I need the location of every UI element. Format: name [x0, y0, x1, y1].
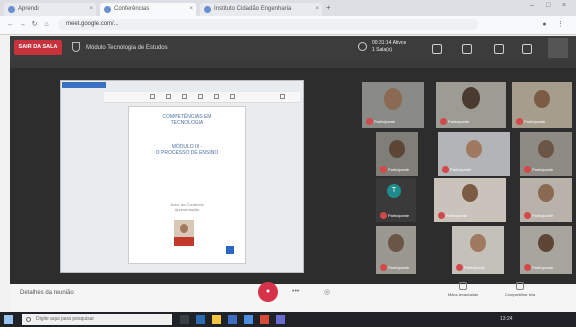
participants-icon[interactable]	[494, 44, 504, 54]
browser-menu-icon[interactable]: ⋮	[556, 20, 565, 29]
viewer-tool-icon	[230, 94, 235, 99]
chrome-icon[interactable]	[260, 315, 269, 324]
participant-tile[interactable]: Participante	[376, 226, 416, 274]
more-options-icon[interactable]: •••	[292, 288, 299, 295]
doc-caption: Autor do Conteúdo Apresentação	[170, 202, 204, 212]
participant-tile[interactable]: T Participante	[376, 178, 416, 222]
reload-icon[interactable]: ↻	[30, 20, 39, 29]
file-explorer-icon[interactable]	[212, 315, 221, 324]
doc-presenter-photo	[174, 220, 194, 246]
store-icon[interactable]	[228, 315, 237, 324]
shared-window-titlebar	[62, 82, 106, 88]
close-window-icon[interactable]: ×	[562, 2, 566, 9]
meeting-title: Módulo Tecnologia de Estudos	[86, 45, 168, 51]
mic-muted-icon	[442, 166, 449, 173]
participant-tile[interactable]: Participante	[436, 82, 506, 128]
close-tab-icon[interactable]: ×	[89, 3, 93, 16]
meeting-details-link[interactable]: Detalhes da reunião	[20, 290, 74, 296]
close-tab-icon[interactable]: ×	[189, 3, 193, 16]
minimize-window-icon[interactable]: –	[530, 2, 534, 9]
url-input[interactable]: meet.google.com/...	[58, 19, 478, 30]
captions-icon[interactable]: ◎	[324, 288, 330, 296]
clock-icon	[358, 42, 367, 51]
tab-favicon-icon	[104, 6, 111, 13]
participant-tile[interactable]: Participante	[520, 178, 572, 222]
mic-muted-icon	[380, 264, 387, 271]
browser-tab[interactable]: Aprendi ×	[4, 3, 96, 16]
mic-muted-icon	[380, 212, 387, 219]
mic-muted-icon	[440, 118, 447, 125]
participant-tile[interactable]: Participante	[438, 132, 510, 176]
profile-icon[interactable]: ●	[540, 20, 549, 29]
taskbar-search-input[interactable]: Digite aqui para pesquisar	[22, 314, 172, 325]
viewer-tool-icon	[198, 94, 203, 99]
leave-meeting-button[interactable]: SAIR DA SALA	[14, 40, 62, 55]
mic-muted-icon	[516, 118, 523, 125]
layout-icon[interactable]	[432, 44, 442, 54]
end-call-button[interactable]: ●	[258, 282, 278, 302]
viewer-tool-icon	[214, 94, 219, 99]
viewer-tool-icon	[280, 94, 285, 99]
mic-muted-icon	[524, 212, 531, 219]
task-view-icon[interactable]	[180, 315, 189, 324]
stage-top-strip	[10, 60, 576, 68]
participant-tile[interactable]: Participante	[520, 226, 572, 274]
home-icon[interactable]: ⌂	[42, 20, 51, 29]
mic-muted-icon	[366, 118, 373, 125]
browser-tab-active[interactable]: Conferências ×	[100, 3, 196, 16]
close-tab-icon[interactable]: ×	[315, 3, 319, 16]
settings-icon[interactable]	[522, 44, 532, 54]
mail-icon[interactable]	[244, 315, 253, 324]
back-icon[interactable]: ←	[6, 20, 15, 29]
search-icon	[26, 317, 31, 322]
doc-subtitle: MÓDULO III -O PROCESSO DE ENSINO	[155, 144, 219, 156]
windows-start-icon[interactable]	[4, 315, 13, 324]
mic-muted-icon	[438, 212, 445, 219]
participant-tile[interactable]: Participante	[520, 132, 572, 176]
participant-tile[interactable]: Participante	[376, 132, 418, 176]
forward-icon[interactable]: →	[18, 20, 27, 29]
chat-icon[interactable]	[462, 44, 472, 54]
tab-favicon-icon	[204, 6, 211, 13]
participant-tile[interactable]: Participante	[512, 82, 572, 128]
new-tab-icon[interactable]: +	[326, 3, 331, 12]
mic-muted-icon	[524, 166, 531, 173]
teams-icon[interactable]	[276, 315, 285, 324]
system-tray-clock[interactable]: 13:24	[500, 316, 513, 322]
shield-icon	[72, 42, 80, 52]
mic-muted-icon	[456, 264, 463, 271]
maximize-window-icon[interactable]: □	[546, 2, 550, 9]
participant-tile[interactable]: Participante	[362, 82, 424, 128]
viewer-tool-icon	[166, 94, 171, 99]
mic-muted-icon	[380, 166, 387, 173]
meeting-timer: 00:31:14 Ativos 1 Sala(s)	[372, 40, 407, 53]
share-screen-icon	[516, 282, 524, 290]
mic-muted-icon	[524, 264, 531, 271]
raise-hand-button[interactable]: Mãos levantadas	[446, 282, 480, 297]
share-screen-button[interactable]: Compartilhar tela	[500, 282, 540, 297]
doc-title: COMPETÊNCIAS EM TECNOLOGIA	[162, 114, 212, 126]
participant-tile[interactable]: Participante	[452, 226, 504, 274]
viewer-tool-icon	[150, 94, 155, 99]
viewer-tool-icon	[182, 94, 187, 99]
tab-favicon-icon	[8, 6, 15, 13]
self-view-thumbnail	[548, 38, 568, 58]
hand-icon	[459, 282, 467, 290]
participant-tile[interactable]: Participante	[434, 178, 506, 222]
avatar: T	[387, 184, 401, 198]
browser-tab[interactable]: Instituto Cidadão Engenharia ×	[200, 3, 322, 16]
doc-logo-mark	[226, 246, 234, 254]
edge-icon[interactable]	[196, 315, 205, 324]
